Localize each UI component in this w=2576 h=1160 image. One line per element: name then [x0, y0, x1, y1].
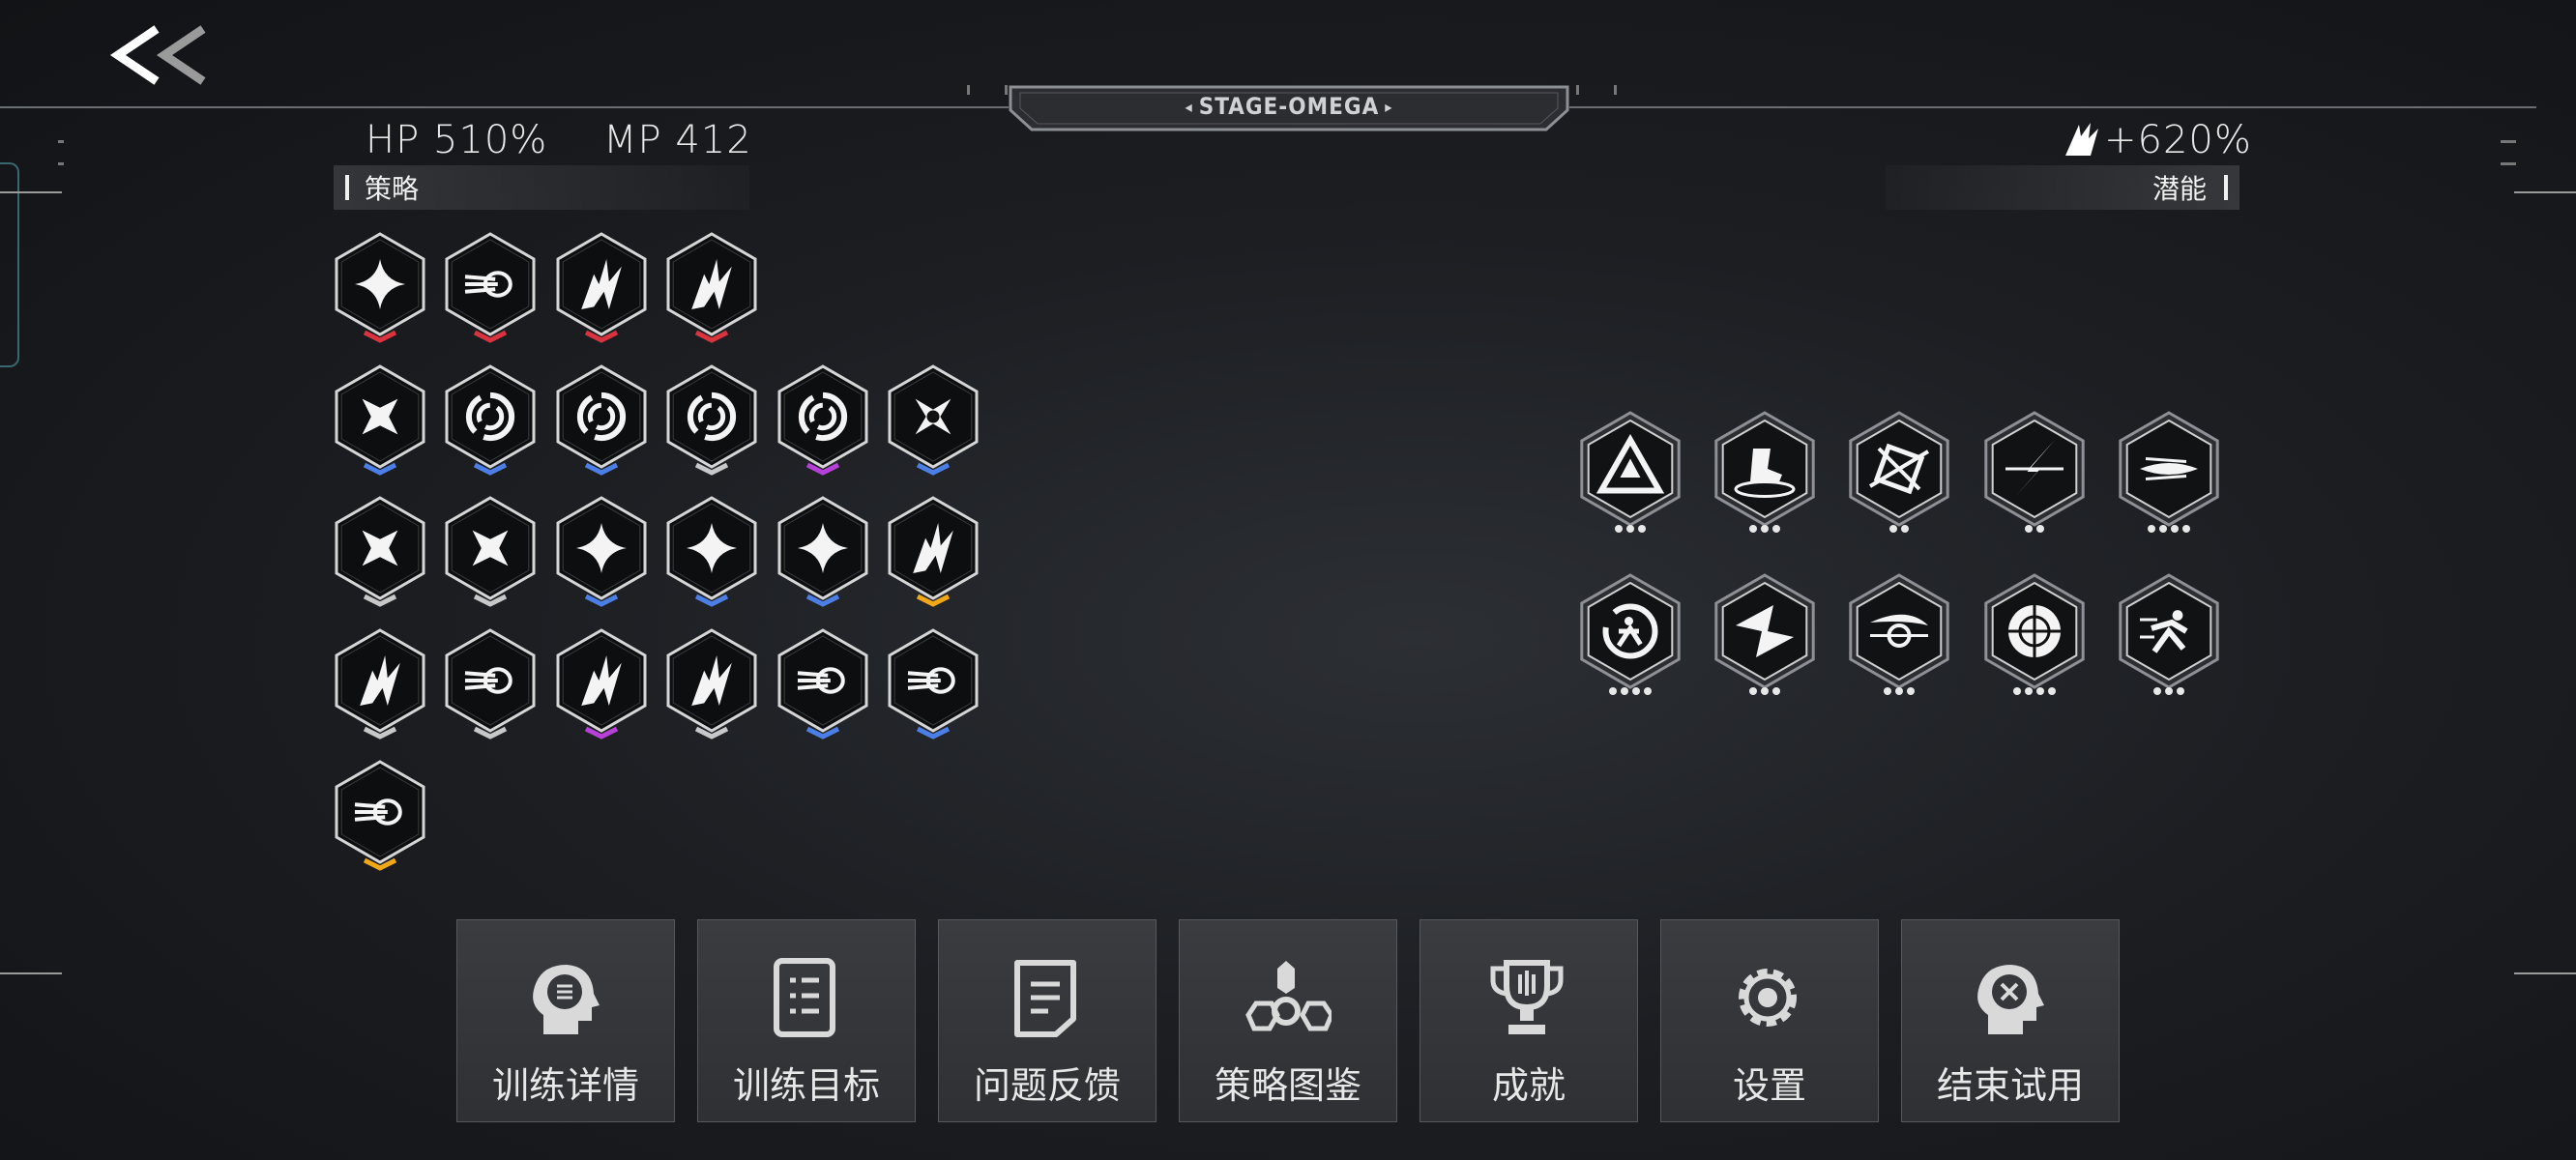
- menu-label: 问题反馈: [973, 1064, 1121, 1107]
- trophy-icon: [1420, 957, 1637, 1040]
- menu-button-feedback-note[interactable]: 问题反馈: [938, 919, 1156, 1122]
- potential-skill-runner-orb[interactable]: [1574, 571, 1686, 701]
- right-mark-top: [2514, 191, 2576, 193]
- head-cross-icon: [1902, 957, 2119, 1040]
- potential-skill-sprint-runner[interactable]: [2113, 571, 2225, 701]
- claw-boost-icon: [2065, 123, 2098, 156]
- strategy-skill-dash-bolt[interactable]: [773, 626, 873, 742]
- strategy-skill-claw-slash[interactable]: [330, 626, 430, 742]
- hp-stat: HP 510%: [366, 118, 548, 162]
- potential-skill-square-cross[interactable]: [1843, 409, 1955, 538]
- gear-icon: [1661, 957, 1878, 1040]
- sphere-grid-icon: [2007, 605, 2061, 657]
- potential-level-pips: [2152, 687, 2184, 695]
- menu-label: 训练详情: [491, 1064, 639, 1107]
- tri-node-icon: [1180, 957, 1396, 1040]
- feedback-note-icon: [939, 957, 1156, 1040]
- back-button[interactable]: [106, 21, 213, 89]
- strategy-skill-claw-slash[interactable]: [551, 230, 652, 346]
- strategy-skill-dash-bolt[interactable]: [440, 626, 541, 742]
- strategy-section-header: 策略: [334, 165, 749, 210]
- strategy-skill-vortex[interactable]: [773, 362, 873, 478]
- menu-label: 结束试用: [1936, 1064, 2084, 1107]
- strategy-skill-compass-star[interactable]: [883, 362, 983, 478]
- stage-banner: ◂ STAGE-OMEGA ▸: [1009, 85, 1569, 133]
- menu-button-tri-node[interactable]: 策略图鉴: [1179, 919, 1397, 1122]
- potential-skill-sphere-grid[interactable]: [1978, 571, 2091, 701]
- right-ruler: [2501, 140, 2516, 165]
- strategy-skill-dash-bolt[interactable]: [330, 758, 430, 874]
- potential-skill-spinning-blade[interactable]: [1709, 571, 1821, 701]
- mp-stat: MP 412: [603, 118, 752, 162]
- top-divider-left: [0, 106, 1009, 108]
- potential-section-header: 潜能: [1886, 165, 2239, 210]
- potential-skill-lightning-strike[interactable]: [1978, 409, 2091, 538]
- strategy-skill-shuriken[interactable]: [330, 362, 430, 478]
- strategy-skill-claw-slash[interactable]: [551, 626, 652, 742]
- menu-label: 策略图鉴: [1214, 1064, 1361, 1107]
- strategy-skill-dash-bolt[interactable]: [883, 626, 983, 742]
- right-mark-bottom: [2514, 972, 2576, 974]
- left-mark-bottom: [0, 972, 62, 974]
- potential-skill-wind-streak[interactable]: [2113, 409, 2225, 538]
- strategy-skill-claw-slash[interactable]: [661, 626, 762, 742]
- menu-label: 训练目标: [732, 1064, 880, 1107]
- boost-value: +620%: [2104, 118, 2252, 162]
- boost-stat: +620%: [2062, 118, 2252, 162]
- menu-label: 成就: [1491, 1064, 1566, 1107]
- menu-label: 设置: [1732, 1064, 1806, 1107]
- potential-title: 潜能: [2152, 173, 2207, 205]
- potential-skill-crescent-wave[interactable]: [1843, 571, 1955, 701]
- strategy-skill-claw-slash[interactable]: [661, 230, 762, 346]
- potential-level-pips: [1884, 687, 1916, 695]
- menu-button-trophy[interactable]: 成就: [1420, 919, 1638, 1122]
- strategy-skill-sparkle-star[interactable]: [330, 230, 430, 346]
- stage-deco-right: [1576, 85, 1617, 95]
- menu-button-gear[interactable]: 设置: [1660, 919, 1879, 1122]
- strategy-skill-shuriken[interactable]: [330, 494, 430, 610]
- menu-button-head-list[interactable]: 训练详情: [456, 919, 675, 1122]
- strategy-skill-claw-slash[interactable]: [883, 494, 983, 610]
- stage-name: STAGE-OMEGA: [1198, 93, 1380, 120]
- potential-level-pips: [1749, 687, 1781, 695]
- stage-deco-left: [967, 85, 1008, 95]
- strategy-skill-sparkle-star[interactable]: [551, 494, 652, 610]
- double-chevron-left-icon: [109, 25, 206, 85]
- strategy-title: 策略: [365, 173, 420, 205]
- left-ruler: [58, 140, 64, 165]
- strategy-skill-dash-bolt[interactable]: [440, 230, 541, 346]
- strategy-skill-vortex[interactable]: [661, 362, 762, 478]
- menu-button-document-list[interactable]: 训练目标: [697, 919, 916, 1122]
- left-mark-top: [0, 191, 62, 193]
- strategy-skill-sparkle-star[interactable]: [661, 494, 762, 610]
- document-list-icon: [698, 957, 915, 1040]
- strategy-skill-vortex[interactable]: [440, 362, 541, 478]
- strategy-skill-vortex[interactable]: [551, 362, 652, 478]
- potential-skill-leap-boot[interactable]: [1709, 409, 1821, 538]
- strategy-skill-sparkle-star[interactable]: [773, 494, 873, 610]
- menu-button-head-cross[interactable]: 结束试用: [1901, 919, 2120, 1122]
- potential-level-pips: [1615, 525, 1646, 533]
- potential-level-pips: [1749, 525, 1781, 533]
- top-divider-right: [1569, 106, 2536, 108]
- head-list-icon: [457, 957, 674, 1040]
- strategy-skill-shuriken[interactable]: [440, 494, 541, 610]
- potential-skill-triangle-rune[interactable]: [1574, 409, 1686, 538]
